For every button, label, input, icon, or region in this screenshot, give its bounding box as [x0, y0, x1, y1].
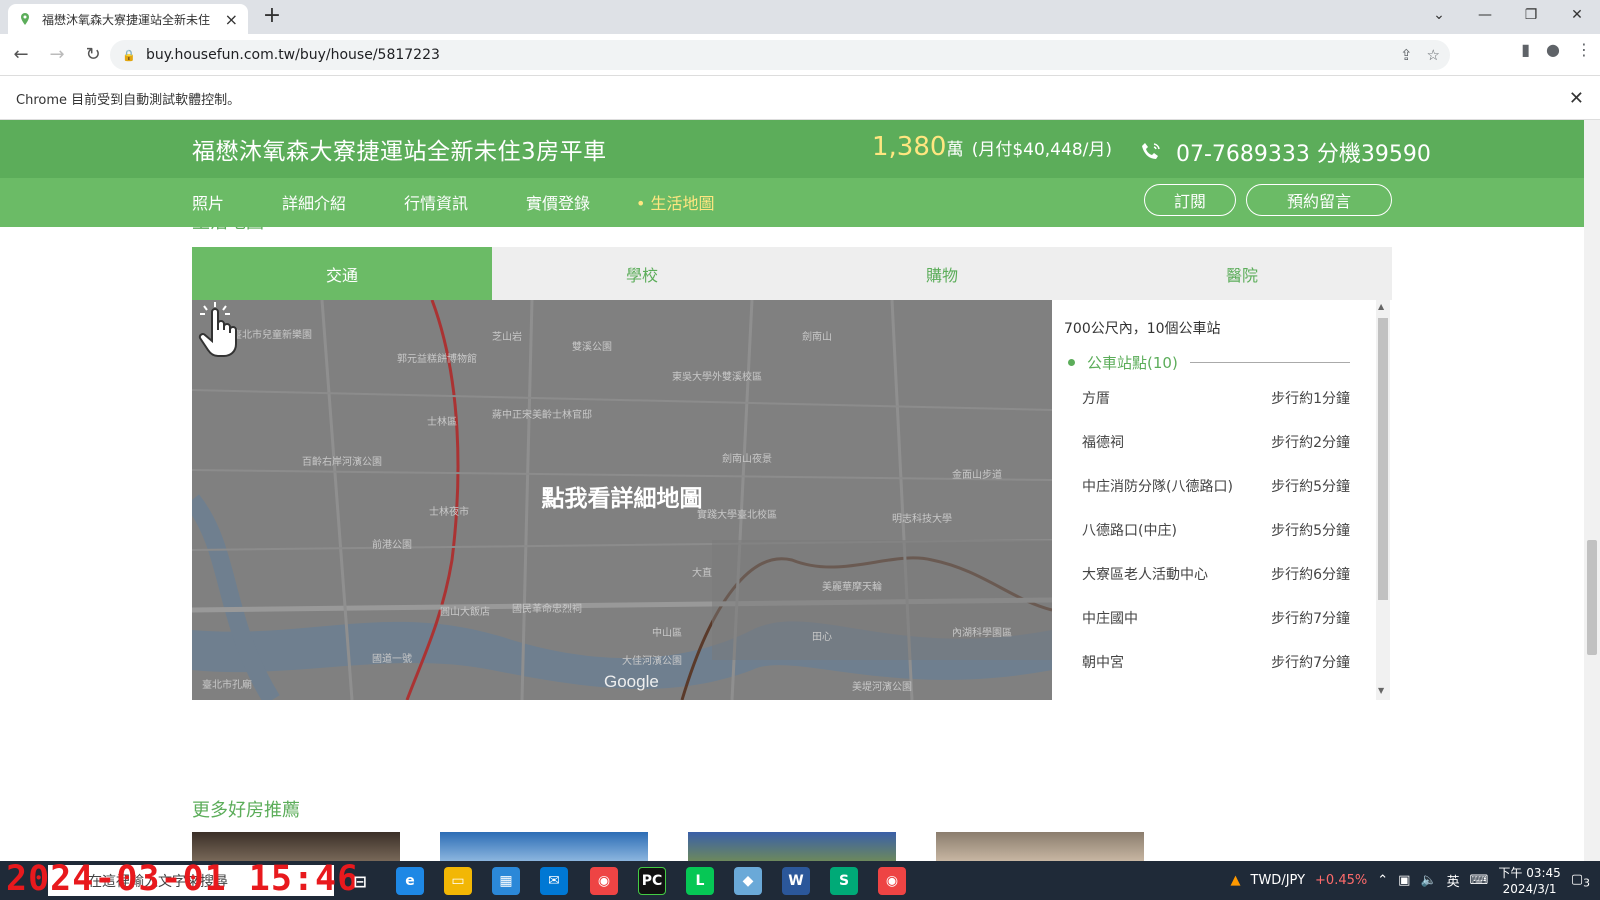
sticky-listing-header: 福懋沐氧森大寮捷運站全新未住3房平車 1,380萬 (月付$40,448/月) … — [0, 120, 1584, 227]
notes-icon[interactable]: ◆ — [734, 867, 762, 895]
system-tray: ▲ TWD/JPY +0.45% ⌃ ▣ 🔈 英 ⌨ 下午 03:45 2024… — [1231, 861, 1590, 900]
nav-market[interactable]: 行情資訊 — [404, 190, 468, 214]
notification-center-icon[interactable]: ▢3 — [1571, 872, 1590, 890]
currency-change: +0.45% — [1315, 873, 1368, 888]
transit-scrollbar[interactable]: ▲ ▼ — [1376, 300, 1390, 700]
map-cta: 點我看詳細地圖 — [541, 486, 703, 512]
transit-panel: 700公尺內，10個公車站 公車站點(10) 方厝 步行約1分鐘 福德祠 步行約2分… — [1052, 300, 1392, 700]
lock-icon: 🔒 — [122, 48, 136, 62]
chrome-icon[interactable]: ◉ — [590, 867, 618, 895]
list-item: 中庄消防分隊(八德路口) 步行約5分鐘 — [1082, 479, 1350, 495]
task-view-icon[interactable]: ⊟ — [346, 867, 374, 895]
scroll-up-icon[interactable]: ▲ — [1378, 302, 1384, 311]
page-viewport: 生活地圖 福懋沐氧森大寮捷運站全新未住3房平車 1,380萬 (月付$40,44… — [0, 120, 1584, 861]
monthly-payment: (月付$40,448/月) — [971, 140, 1112, 160]
hand-pointer-icon — [198, 302, 237, 357]
agent-phone[interactable]: 07-7689333 分機39590 — [1140, 136, 1431, 168]
nav-actual-price[interactable]: 實價登錄 — [526, 190, 590, 214]
bullet-icon — [1068, 359, 1075, 366]
tab-transport[interactable]: 交通 — [192, 247, 492, 300]
close-window-button[interactable]: ✕ — [1554, 0, 1600, 30]
listing-thumbnail[interactable] — [936, 832, 1144, 861]
appointment-button[interactable]: 預約留言 — [1246, 184, 1392, 216]
phone-icon — [1142, 143, 1160, 159]
listing-thumbnail[interactable] — [440, 832, 648, 861]
timestamp-watermark: 2024-03-01 15:46 — [6, 859, 360, 899]
infobar-text: Chrome 目前受到自動測試軟體控制。 — [16, 92, 241, 108]
transit-summary: 700公尺內，10個公車站 — [1064, 321, 1221, 337]
volume-icon[interactable]: 🔈 — [1420, 873, 1436, 888]
page-scroll-thumb[interactable] — [1587, 540, 1597, 655]
list-item: 中庄國中 步行約7分鐘 — [1082, 611, 1350, 627]
bookmark-star-icon[interactable]: ☆ — [1427, 46, 1440, 64]
list-item: 大寮區老人活動中心 步行約6分鐘 — [1082, 567, 1350, 583]
location-pin-icon — [21, 13, 29, 25]
forward-button[interactable]: → — [42, 40, 72, 70]
tab-search-icon[interactable]: ⌄ — [1416, 0, 1462, 30]
address-bar[interactable]: 🔒 buy.housefun.com.tw/buy/house/5817223 … — [110, 40, 1450, 70]
menu-kebab-icon[interactable]: ⋮ — [1576, 40, 1592, 59]
subscribe-button[interactable]: 訂閱 — [1144, 184, 1236, 216]
share-icon[interactable]: ⇪ — [1400, 46, 1413, 64]
life-map[interactable]: 芝山岩 臺北市兒童新樂園 郭元益糕餅博物館 雙溪公園 東吳大學外雙溪校區 劍南山… — [192, 300, 1052, 700]
automation-infobar: Chrome 目前受到自動測試軟體控制。 ✕ — [0, 77, 1600, 120]
restore-button[interactable]: ❐ — [1508, 0, 1554, 30]
nav-photos[interactable]: 照片 — [192, 190, 224, 214]
tab-title: 福懋沐氧森大寮捷運站全新未住 — [42, 12, 211, 27]
listing-price: 1,380萬 (月付$40,448/月) — [872, 132, 1112, 162]
scroll-thumb[interactable] — [1378, 318, 1388, 600]
close-tab-icon[interactable]: × — [225, 10, 238, 29]
windows-taskbar: 在這裡輸入文字來搜尋 2024-03-01 15:46 ⊟ e ▭ ▦ ✉ ◉ … — [0, 859, 1600, 900]
app-s-icon[interactable]: S — [830, 867, 858, 895]
list-item: 八德路口(中庄) 步行約5分鐘 — [1082, 523, 1350, 539]
tab-shopping[interactable]: 購物 — [792, 247, 1092, 300]
new-tab-button[interactable]: + — [258, 3, 286, 28]
word-icon[interactable]: W — [782, 867, 810, 895]
mail-icon[interactable]: ✉ — [540, 867, 568, 895]
window-controls: ⌄ — ❐ ✕ — [1416, 0, 1600, 30]
tray-chevron-icon[interactable]: ⌃ — [1377, 873, 1388, 888]
system-clock[interactable]: 下午 03:45 2024/3/1 — [1498, 865, 1560, 897]
listing-title: 福懋沐氧森大寮捷運站全新未住3房平車 — [192, 139, 607, 165]
more-listings-title: 更多好房推薦 — [192, 800, 300, 821]
google-logo: Google — [604, 672, 659, 691]
network-icon[interactable]: ▣ — [1398, 873, 1410, 888]
profile-avatar-icon[interactable]: ● — [1546, 40, 1560, 59]
back-button[interactable]: ← — [6, 40, 36, 70]
tab-school[interactable]: 學校 — [492, 247, 792, 300]
listing-thumbnail[interactable] — [688, 832, 896, 861]
edge-icon[interactable]: e — [396, 867, 424, 895]
scroll-down-icon[interactable]: ▼ — [1378, 686, 1384, 695]
ime-indicator[interactable]: 英 — [1447, 871, 1460, 890]
nav-life-map-active[interactable]: • 生活地圖 — [636, 190, 715, 214]
keyboard-icon[interactable]: ⌨ — [1470, 873, 1489, 888]
page-scrollbar[interactable] — [1584, 120, 1600, 861]
currency-pair[interactable]: TWD/JPY — [1251, 873, 1306, 888]
list-item: 福德祠 步行約2分鐘 — [1082, 435, 1350, 451]
url-text: buy.housefun.com.tw/buy/house/5817223 — [146, 47, 440, 63]
tab-hospital[interactable]: 醫院 — [1092, 247, 1392, 300]
close-infobar-icon[interactable]: ✕ — [1569, 88, 1584, 109]
browser-tab-strip: 福懋沐氧森大寮捷運站全新未住 × + ⌄ — ❐ ✕ — [0, 0, 1600, 34]
store-icon[interactable]: ▦ — [492, 867, 520, 895]
browser-tab[interactable]: 福懋沐氧森大寮捷運站全新未住 × — [8, 4, 248, 34]
side-panel-icon[interactable]: ▮ — [1521, 40, 1530, 59]
list-item: 朝中宮 步行約7分鐘 — [1082, 655, 1350, 671]
pycharm-icon[interactable]: PC — [638, 867, 666, 895]
nav-details[interactable]: 詳細介紹 — [282, 190, 346, 214]
browser-toolbar: ← → ↻ 🔒 buy.housefun.com.tw/buy/house/58… — [0, 34, 1600, 76]
currency-widget-icon[interactable]: ▲ — [1231, 873, 1241, 888]
chrome-active-icon[interactable]: ◉ — [878, 867, 906, 895]
line-icon[interactable]: L — [686, 867, 714, 895]
map-overlay[interactable]: 點我看詳細地圖 — [192, 300, 1052, 700]
category-tabs: 交通 學校 購物 醫院 — [192, 247, 1392, 300]
list-item: 方厝 步行約1分鐘 — [1082, 391, 1350, 407]
listing-thumbnail[interactable] — [192, 832, 400, 861]
bus-stops-header[interactable]: 公車站點(10) — [1068, 352, 1350, 373]
reload-button[interactable]: ↻ — [78, 40, 108, 70]
file-explorer-icon[interactable]: ▭ — [444, 867, 472, 895]
minimize-button[interactable]: — — [1462, 0, 1508, 30]
